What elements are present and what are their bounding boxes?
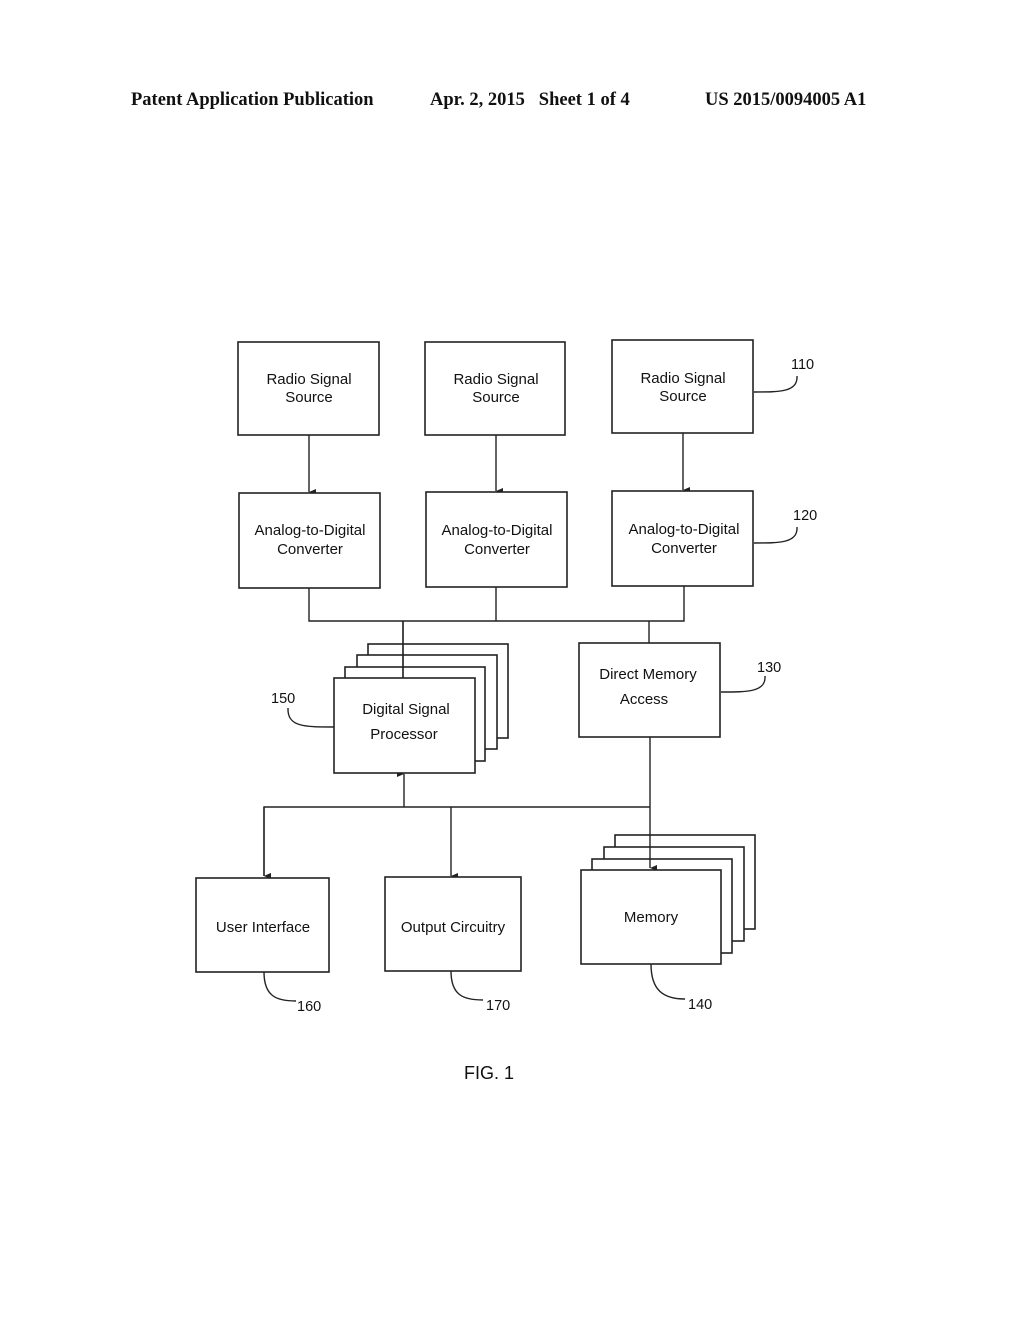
node-adc-1: Analog-to-Digital Converter bbox=[238, 492, 381, 589]
node-label: Digital Signal bbox=[362, 701, 450, 718]
node-label: Converter bbox=[464, 541, 530, 558]
node-label: Source bbox=[285, 389, 333, 406]
node-label: Radio Signal bbox=[640, 370, 725, 387]
node-label: Analog-to-Digital bbox=[255, 522, 366, 539]
node-box bbox=[578, 642, 721, 738]
node-label: Processor bbox=[370, 726, 438, 743]
node-label: Output Circuitry bbox=[401, 919, 506, 936]
node-label: Radio Signal bbox=[266, 371, 351, 388]
node-radio-source-2: Radio Signal Source bbox=[424, 341, 566, 436]
reference-numeral-130: 130 bbox=[757, 660, 781, 676]
node-label: Radio Signal bbox=[453, 371, 538, 388]
node-output-circuitry: Output Circuitry 170 bbox=[384, 876, 522, 1014]
node-label: Analog-to-Digital bbox=[629, 521, 740, 538]
node-label: Converter bbox=[651, 540, 717, 557]
node-adc-3: Analog-to-Digital Converter 120 bbox=[611, 490, 817, 587]
leader-150 bbox=[287, 707, 335, 728]
node-label: Access bbox=[620, 691, 668, 708]
node-radio-source-1: Radio Signal Source bbox=[237, 341, 380, 436]
leader-110 bbox=[753, 375, 798, 393]
block-diagram: Radio Signal Source Radio Signal Source … bbox=[195, 339, 817, 1083]
reference-numeral-110: 110 bbox=[791, 357, 814, 373]
node-adc-2: Analog-to-Digital Converter bbox=[425, 491, 568, 588]
leader-170 bbox=[450, 970, 484, 1001]
node-box bbox=[425, 491, 568, 588]
leader-140 bbox=[650, 963, 686, 1000]
leader-130 bbox=[720, 675, 766, 693]
node-label: Direct Memory bbox=[599, 666, 697, 683]
node-radio-source-3: Radio Signal Source 110 bbox=[611, 339, 814, 434]
node-memory: Memory 140 bbox=[580, 869, 722, 1013]
reference-numeral-170: 170 bbox=[486, 998, 510, 1014]
node-user-interface: User Interface 160 bbox=[195, 877, 330, 1015]
node-label: Analog-to-Digital bbox=[442, 522, 553, 539]
leader-120 bbox=[753, 526, 798, 544]
reference-numeral-140: 140 bbox=[688, 997, 712, 1013]
leader-160 bbox=[263, 971, 297, 1002]
node-label: User Interface bbox=[216, 919, 310, 936]
node-label: Converter bbox=[277, 541, 343, 558]
node-label: Source bbox=[472, 389, 520, 406]
node-label: Memory bbox=[624, 909, 679, 926]
node-box bbox=[611, 490, 754, 587]
reference-numeral-150: 150 bbox=[271, 691, 295, 707]
reference-numeral-160: 160 bbox=[297, 999, 321, 1015]
reference-numeral-120: 120 bbox=[793, 508, 817, 524]
figure-caption: FIG. 1 bbox=[464, 1063, 514, 1083]
node-label: Source bbox=[659, 388, 707, 405]
